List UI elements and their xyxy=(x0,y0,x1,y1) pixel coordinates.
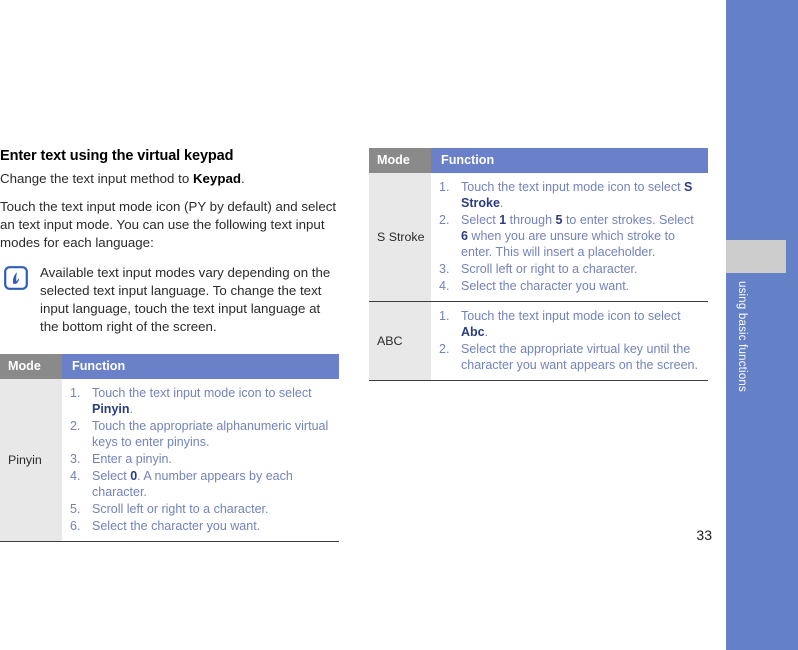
right-table-body: S Stroke Touch the text input mode icon … xyxy=(369,173,708,381)
step-text: Enter a pinyin. xyxy=(92,452,172,466)
table-header-row: Mode Function xyxy=(0,354,339,379)
step-text: Select the character you want. xyxy=(92,519,261,533)
step-text: Select the appropriate virtual key until… xyxy=(461,342,698,372)
step-text: . xyxy=(129,402,133,416)
table-row: ABC Touch the text input mode icon to se… xyxy=(369,301,708,381)
column-header-function: Function xyxy=(62,354,339,379)
step-text: Scroll left or right to a character. xyxy=(92,502,269,516)
intro-paragraph-2: Touch the text input mode icon (PY by de… xyxy=(0,199,337,250)
table-header-row: Mode Function xyxy=(369,148,708,173)
left-table-body: Pinyin Touch the text input mode icon to… xyxy=(0,379,339,542)
step-list: Touch the text input mode icon to select… xyxy=(437,308,704,373)
step-text: Select xyxy=(461,213,500,227)
mode-cell: S Stroke xyxy=(369,173,431,302)
page-number: 33 xyxy=(696,527,712,543)
step-text: Scroll left or right to a character. xyxy=(461,262,638,276)
step-list: Touch the text input mode icon to select… xyxy=(68,385,335,534)
step-item: Select 0. A number appears by each chara… xyxy=(68,468,335,500)
step-text: Touch the text input mode icon to select xyxy=(461,309,681,323)
step-text: Touch the text input mode icon to select xyxy=(461,180,685,194)
intro-1-bold: Keypad xyxy=(192,171,241,186)
pinyin-mode-table: Mode Function Pinyin Touch the text inpu… xyxy=(0,354,339,542)
intro-paragraph-1: Change the text input method to Keypad. xyxy=(0,170,339,188)
step-text: Select the character you want. xyxy=(461,279,630,293)
left-column: Enter text using the virtual keypad Chan… xyxy=(0,148,339,542)
intro-1-before: Change the text input method to xyxy=(0,171,193,186)
step-text: when you are unsure which stroke to ente… xyxy=(461,229,676,259)
step-item: Select the character you want. xyxy=(437,278,704,294)
mode-cell: ABC xyxy=(369,301,431,381)
mode-cell: Pinyin xyxy=(0,379,62,542)
right-column: Mode Function S Stroke Touch the text in… xyxy=(369,148,708,381)
step-text: . xyxy=(484,325,489,339)
step-list: Touch the text input mode icon to select… xyxy=(437,179,704,294)
step-item: Scroll left or right to a character. xyxy=(68,501,335,517)
step-item: Select the character you want. xyxy=(68,518,335,534)
step-text: Touch the text input mode icon to select xyxy=(92,386,312,400)
intro-1-after: . xyxy=(240,171,245,186)
step-item: Scroll left or right to a character. xyxy=(437,261,704,277)
table-row: Pinyin Touch the text input mode icon to… xyxy=(0,379,339,542)
step-emphasis: 6 xyxy=(461,229,468,243)
column-header-mode: Mode xyxy=(369,148,431,173)
step-text: Touch the appropriate alphanumeric virtu… xyxy=(92,419,329,449)
table-row: S Stroke Touch the text input mode icon … xyxy=(369,173,708,302)
function-cell: Touch the text input mode icon to select… xyxy=(431,173,708,302)
function-cell: Touch the text input mode icon to select… xyxy=(62,379,339,542)
step-item: Enter a pinyin. xyxy=(68,451,335,467)
step-text: . xyxy=(499,196,504,210)
step-item: Touch the appropriate alphanumeric virtu… xyxy=(68,418,335,450)
column-header-mode: Mode xyxy=(0,354,62,379)
step-item: Select the appropriate virtual key until… xyxy=(437,341,704,373)
step-item: Touch the text input mode icon to select… xyxy=(437,308,704,340)
step-text: Select xyxy=(92,469,131,483)
note-text: Available text input modes vary dependin… xyxy=(40,265,331,334)
step-text: to enter strokes. Select xyxy=(562,213,694,227)
manual-page: using basic functions 33 Enter text usin… xyxy=(0,0,798,650)
note-block: Available text input modes vary dependin… xyxy=(0,264,339,336)
side-tab-label: using basic functions xyxy=(736,281,748,392)
step-text: through xyxy=(506,213,556,227)
page-title: Enter text using the virtual keypad xyxy=(0,148,234,164)
step-emphasis: Pinyin xyxy=(92,402,130,416)
step-item: Touch the text input mode icon to select… xyxy=(68,385,335,417)
function-cell: Touch the text input mode icon to select… xyxy=(431,301,708,381)
step-emphasis: Abc xyxy=(461,325,485,339)
note-pen-icon xyxy=(4,266,28,290)
step-item: Touch the text input mode icon to select… xyxy=(437,179,704,211)
sstroke-abc-mode-table: Mode Function S Stroke Touch the text in… xyxy=(369,148,708,381)
step-item: Select 1 through 5 to enter strokes. Sel… xyxy=(437,212,704,260)
side-tab-gray-box xyxy=(726,240,786,273)
column-header-function: Function xyxy=(431,148,708,173)
